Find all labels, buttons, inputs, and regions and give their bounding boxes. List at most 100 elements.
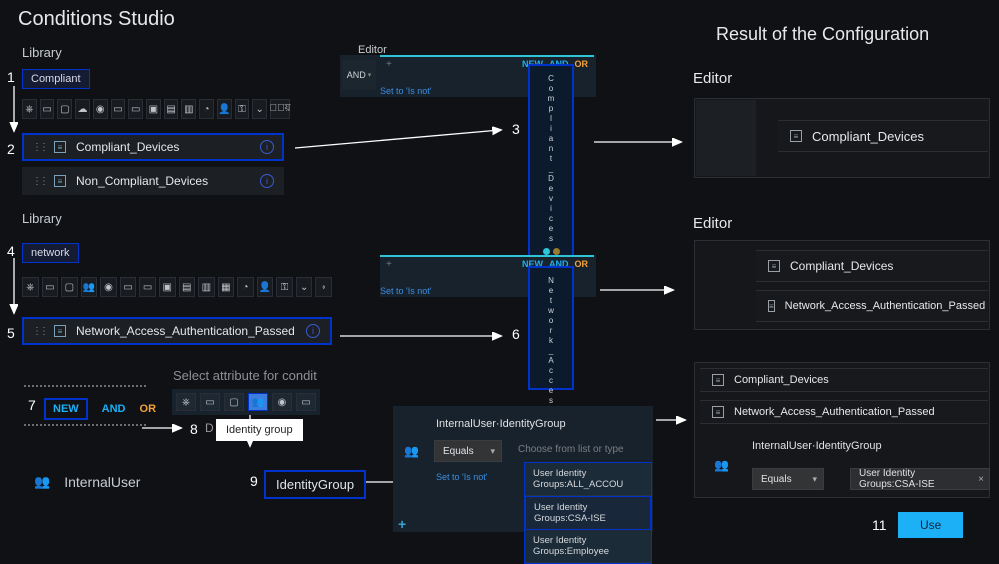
people-icon: 👥 [34,474,50,490]
drag-handle-icon[interactable]: ⋮⋮ [32,326,46,337]
editor-label-r2: Editor [693,215,732,232]
doc-icon: ≡ [54,141,66,153]
wifi-icon[interactable]: �ায় [270,99,290,119]
choose-placeholder[interactable]: Choose from list or type [518,444,624,455]
dots-bottom [24,424,146,426]
file-icon[interactable]: ▦ [218,277,235,297]
library-item-net-auth[interactable]: ⋮⋮ ≡ Network_Access_Authentication_Passe… [22,317,332,345]
dd-option-emp[interactable]: User Identity Groups:Employee [525,530,651,563]
layers-icon[interactable]: ▤ [164,99,179,119]
folder-icon[interactable]: ▥ [181,99,196,119]
screen-icon[interactable]: ▭ [40,99,55,119]
set-not-link-2[interactable]: Set to 'Is not' [380,286,431,296]
doc-icon: ≡ [54,325,66,337]
desktop-icon[interactable]: ▭ [128,99,143,119]
monitor-icon[interactable]: ▭ [111,99,126,119]
info-icon[interactable]: i [306,324,320,338]
box-icon[interactable]: ▢ [57,99,72,119]
user-icon[interactable]: 👤 [257,277,274,297]
library-item-compliant-devices[interactable]: ⋮⋮ ≡ Compliant_Devices i [22,133,284,161]
dictionary-letter: D [205,421,214,435]
and-selector-1[interactable]: AND [342,60,376,90]
identity-groups-dropdown[interactable]: User Identity Groups:ALL_ACCOU User Iden… [524,462,652,564]
result-label: Compliant_Devices [734,374,829,386]
search-input-compliant[interactable]: Compliant [22,69,90,89]
op-and-btn[interactable]: AND [102,403,126,415]
use-button[interactable]: Use [898,512,963,538]
library-item-label: Non_Compliant_Devices [76,174,208,188]
pin-icon[interactable]: ⎈ [22,277,39,297]
globe-icon[interactable]: ◉ [93,99,108,119]
set-not-link-3[interactable]: Set to 'Is not' [436,472,487,482]
library-item-non-compliant[interactable]: ⋮⋮ ≡ Non_Compliant_Devices i [22,167,284,195]
step-9: 9 [250,473,258,489]
people-icon-r3: 👥 [714,458,729,472]
window-icon[interactable]: ▣ [159,277,176,297]
screen-icon[interactable]: ▭ [200,393,220,411]
dd-option-csa[interactable]: User Identity Groups:CSA-ISE [525,496,651,530]
doc-icon: ≡ [712,406,724,418]
step-8: 8 [190,421,198,437]
set-not-link-1[interactable]: Set to 'Is not' [380,86,431,96]
monitor-icon[interactable]: ▭ [296,393,316,411]
identity-group-icon[interactable]: 👥 [248,393,268,411]
attr-category-row: ⎈ ▭ ▢ 👥 ◉ ▭ [172,389,320,415]
folder-icon[interactable]: ▥ [198,277,215,297]
window-icon[interactable]: ▣ [146,99,161,119]
equals-selector[interactable]: Equals [434,440,502,462]
op-or[interactable]: OR [575,59,589,69]
result-label: Compliant_Devices [790,259,893,273]
pin-icon[interactable]: ⎈ [22,99,37,119]
key-icon[interactable]: ⚿ [235,99,250,119]
vertical-condition-compliant[interactable]: Compliant_Devices [528,64,574,275]
info-icon[interactable]: i [260,140,274,154]
vertical-condition-network[interactable]: Network_Access [528,266,574,390]
op-new-btn[interactable]: NEW [44,398,88,420]
result-item-compliant-2: ≡ Compliant_Devices [756,250,988,282]
op-or-btn[interactable]: OR [140,403,157,415]
library-label-1: Library [22,45,62,60]
step-3: 3 [512,121,520,137]
pin-icon[interactable]: ⎈ [176,393,196,411]
layers-icon[interactable]: ▤ [179,277,196,297]
add-condition-plus[interactable]: + [398,516,406,532]
screen-icon[interactable]: ▭ [42,277,59,297]
monitor-icon[interactable]: ▭ [120,277,137,297]
attr-identity-group[interactable]: IdentityGroup [264,470,366,499]
result-header: Result of the Configuration [716,24,929,45]
result3-value-tag[interactable]: User Identity Groups:CSA-ISE [850,468,990,490]
drag-handle-icon[interactable]: ⋮⋮ [32,142,46,153]
search-input-network[interactable]: network [22,243,79,263]
globe-icon[interactable]: ◉ [100,277,117,297]
library-item-label: Network_Access_Authentication_Passed [76,324,295,338]
result3-equals[interactable]: Equals [752,468,824,490]
box-icon[interactable]: ▢ [61,277,78,297]
box-icon[interactable]: ▢ [224,393,244,411]
internal-user-label: InternalUser [64,474,140,490]
step-6: 6 [512,326,520,342]
attr-internal-user[interactable]: 👥 InternalUser [34,474,140,490]
result-label: Network_Access_Authentication_Passed [734,406,935,418]
desktop-icon[interactable]: ▭ [139,277,156,297]
people-icon[interactable]: 👥 [81,277,98,297]
result-label: Compliant_Devices [812,129,924,144]
cloud-icon[interactable]: ☁ [75,99,90,119]
doc-icon: ≡ [54,175,66,187]
wifi-icon[interactable]: ⬫ [315,277,332,297]
op-or[interactable]: OR [575,259,589,269]
clock-icon[interactable]: ◔ [237,277,254,297]
result-editor-1-leftpanel [696,100,756,176]
drag-handle-icon[interactable]: ⋮⋮ [32,176,46,187]
flow-icon[interactable]: ⌄ [252,99,267,119]
step-5: 5 [7,325,15,341]
key-icon[interactable]: ⚿ [276,277,293,297]
flow-icon[interactable]: ⌄ [296,277,313,297]
result-item-netauth-2: ≡ Network_Access_Authentication_Passed [756,290,988,322]
page-title: Conditions Studio [18,8,175,31]
globe-icon[interactable]: ◉ [272,393,292,411]
tooltip-identity-group: Identity group [216,419,303,441]
info-icon[interactable]: i [260,174,274,188]
user-icon[interactable]: 👤 [217,99,232,119]
clock-icon[interactable]: ◔ [199,99,214,119]
dd-option-all[interactable]: User Identity Groups:ALL_ACCOU [525,463,651,496]
